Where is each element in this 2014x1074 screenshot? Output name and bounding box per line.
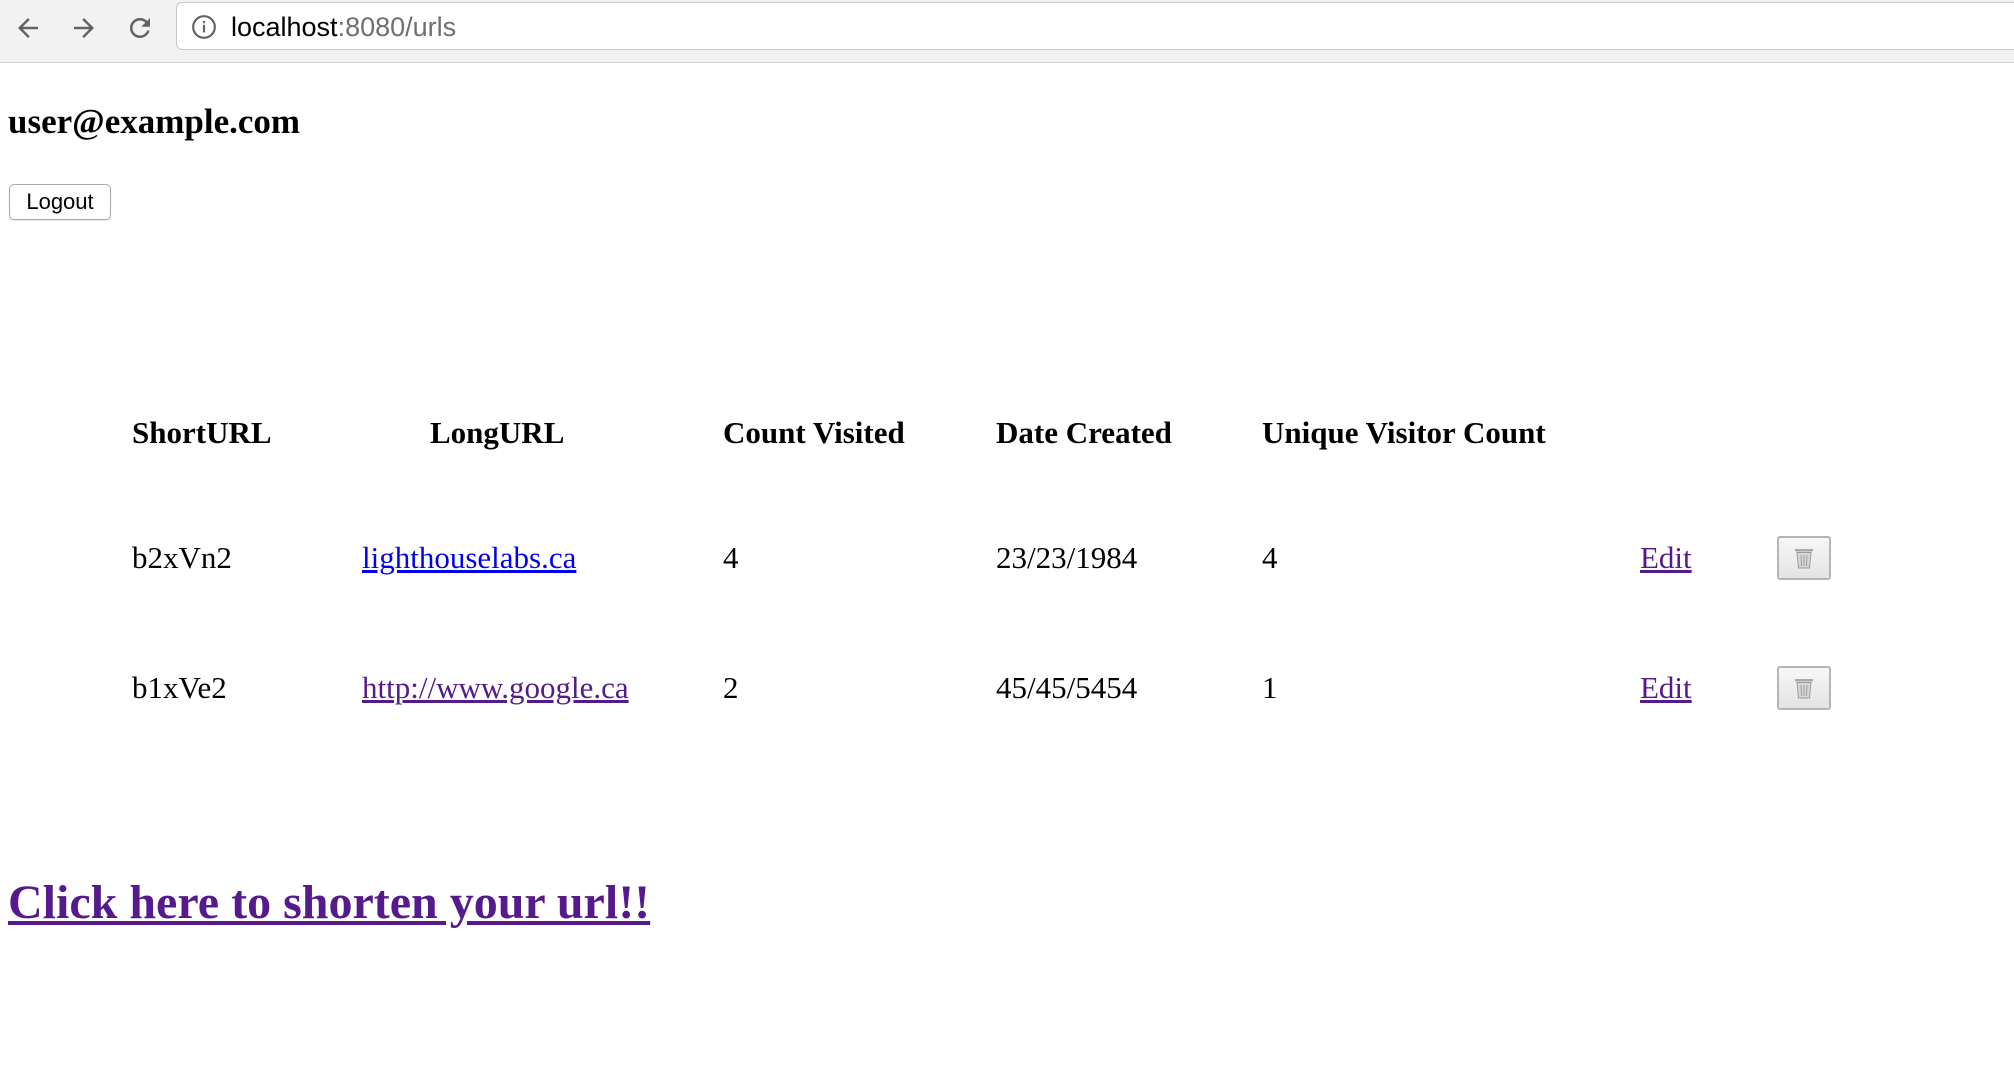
logout-button[interactable]: Logout <box>9 184 111 220</box>
row2-unique-visitors: 1 <box>1262 670 1278 705</box>
info-icon[interactable] <box>191 14 217 40</box>
row2-long-url-link[interactable]: http://www.google.ca <box>362 670 629 706</box>
trash-icon <box>1795 549 1813 569</box>
url-text: localhost:8080/urls <box>231 12 456 42</box>
row2-delete-button[interactable] <box>1777 666 1831 710</box>
row2-edit-link[interactable]: Edit <box>1640 670 1692 706</box>
header-longurl: LongURL <box>430 415 565 450</box>
back-arrow-icon <box>18 18 38 38</box>
row1-unique-visitors: 4 <box>1262 540 1278 575</box>
row1-short-url: b2xVn2 <box>132 540 232 575</box>
header-unique-visitor-count: Unique Visitor Count <box>1262 415 1546 450</box>
row1-date-created: 23/23/1984 <box>996 540 1138 575</box>
row1-count-visited: 4 <box>723 540 739 575</box>
row1-delete-button[interactable] <box>1777 536 1831 580</box>
row1-edit-link[interactable]: Edit <box>1640 540 1692 576</box>
forward-button[interactable] <box>64 8 104 48</box>
address-bar[interactable]: localhost:8080/urls <box>176 2 2014 50</box>
browser-toolbar: localhost:8080/urls <box>0 0 2014 63</box>
shorten-url-link[interactable]: Click here to shorten your url!! <box>8 875 650 931</box>
trash-icon <box>1795 679 1813 699</box>
header-shorturl: ShortURL <box>132 415 272 450</box>
url-host: localhost <box>231 12 338 42</box>
header-date-created: Date Created <box>996 415 1172 450</box>
reload-icon <box>129 17 150 38</box>
header-count-visited: Count Visited <box>723 415 905 450</box>
row2-date-created: 45/45/5454 <box>996 670 1138 705</box>
reload-button[interactable] <box>120 8 160 48</box>
row1-long-url-link[interactable]: lighthouselabs.ca <box>362 540 576 576</box>
row2-short-url: b1xVe2 <box>132 670 227 705</box>
url-path: :8080/urls <box>337 12 457 42</box>
back-button[interactable] <box>8 8 48 48</box>
forward-arrow-icon <box>74 18 94 38</box>
user-email: user@example.com <box>8 102 301 141</box>
row2-count-visited: 2 <box>723 670 739 705</box>
